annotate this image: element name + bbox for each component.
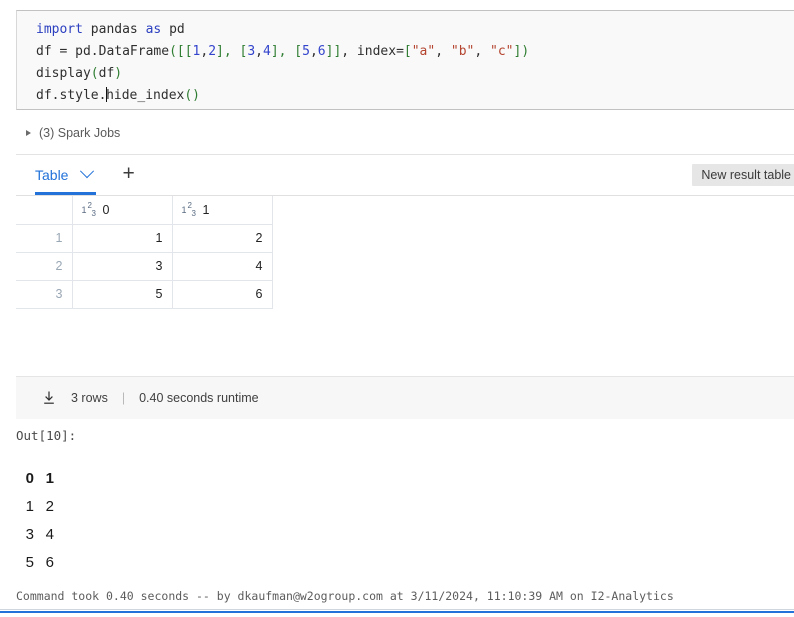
styler-header-row: 0 1	[18, 464, 58, 492]
cell-selection-indicator	[0, 611, 794, 613]
code-token: ,	[309, 44, 318, 59]
styler-cell: 4	[45, 525, 54, 543]
grid-column-header-0[interactable]: 123 0	[72, 196, 173, 225]
result-runtime: 0.40 seconds runtime	[139, 391, 259, 405]
code-token: 6	[317, 44, 326, 59]
code-token: display	[36, 66, 91, 81]
grid-header-row: 123 0 123 1	[16, 196, 273, 225]
spark-jobs-label: (3) Spark Jobs	[39, 126, 121, 140]
chevron-down-icon[interactable]	[80, 163, 95, 178]
code-token: 2	[208, 44, 217, 59]
code-token: ], [	[216, 44, 248, 59]
grid-cell[interactable]: 5	[72, 280, 173, 309]
result-data-grid[interactable]: 123 0 123 1 1 1 2 2 3 4 3 5 6	[16, 196, 273, 309]
code-token: df	[98, 66, 115, 81]
result-panel: Table + New result table 123 0 123 1 1 1…	[16, 154, 794, 419]
grid-column-header-0-label: 0	[102, 202, 110, 217]
code-token: "b"	[450, 44, 475, 59]
code-token: as	[145, 22, 162, 37]
row-index: 1	[16, 224, 73, 253]
grid-cell[interactable]: 3	[72, 252, 173, 281]
tab-table[interactable]: Table	[35, 156, 97, 195]
grid-column-header-1[interactable]: 123 1	[172, 196, 273, 225]
footer-separator: |	[121, 391, 126, 405]
styler-cell: 3	[25, 525, 34, 543]
table-row[interactable]: 3 5 6	[16, 280, 273, 309]
code-token: import	[36, 22, 83, 37]
code-line-4[interactable]: df.style.hide_index()	[36, 85, 794, 107]
code-token: 4	[263, 44, 271, 59]
row-index: 3	[16, 280, 73, 309]
code-token: ,	[474, 44, 491, 59]
code-editor-text[interactable]: import pandas as pd df = pd.DataFrame([[1…	[17, 11, 794, 107]
code-token: , index=	[341, 44, 404, 59]
styler-cell: 5	[25, 553, 34, 571]
grid-corner-header	[16, 196, 73, 225]
grid-cell[interactable]: 4	[172, 252, 273, 281]
code-token: ], [	[270, 44, 303, 59]
result-footer: 3 rows | 0.40 seconds runtime	[16, 376, 794, 419]
code-token: "c"	[490, 44, 514, 59]
new-result-table-tooltip: New result table	[692, 164, 794, 186]
code-token: ]]	[325, 44, 342, 59]
styler-row: 1 2	[18, 492, 58, 520]
result-tabbar: Table + New result table	[16, 155, 794, 196]
styler-row: 3 4	[18, 520, 58, 548]
triangle-right-icon	[26, 130, 31, 136]
code-token: ([[	[169, 44, 193, 59]
code-token: pd	[161, 22, 185, 37]
styler-header-cell: 1	[45, 469, 54, 487]
styler-cell: 2	[45, 497, 54, 515]
code-token: ()	[184, 88, 201, 103]
grid-column-header-1-label: 1	[202, 202, 210, 217]
code-token: )	[114, 66, 123, 81]
bottom-divider	[0, 609, 794, 610]
code-token: (	[90, 66, 99, 81]
code-token: ,	[435, 44, 451, 59]
table-row[interactable]: 1 1 2	[16, 224, 273, 253]
spark-jobs-expander[interactable]: (3) Spark Jobs	[26, 126, 120, 140]
code-token: df = pd.DataFrame	[36, 44, 170, 59]
code-token: df.style.	[36, 88, 107, 103]
grid-cell[interactable]: 6	[172, 280, 273, 309]
code-token: ,	[255, 44, 263, 59]
code-line-3[interactable]: display(df)	[36, 63, 794, 85]
code-token: 3	[247, 44, 256, 59]
download-icon[interactable]	[41, 390, 57, 406]
styler-cell: 1	[25, 497, 34, 515]
code-line-1[interactable]: import pandas as pd	[36, 19, 794, 41]
code-token: 5	[302, 44, 310, 59]
add-result-tab-button[interactable]: +	[122, 163, 134, 187]
tab-table-label: Table	[35, 166, 69, 183]
styler-cell: 6	[45, 553, 54, 571]
command-execution-info: Command took 0.40 seconds -- by dkaufman…	[16, 589, 674, 603]
output-prompt-label: Out[10]:	[16, 428, 77, 443]
row-index: 2	[16, 252, 73, 281]
number-type-icon: 123	[81, 200, 96, 218]
table-row[interactable]: 2 3 4	[16, 252, 273, 281]
code-token: hide_index	[106, 88, 185, 103]
code-token: [	[403, 44, 412, 59]
styler-row: 5 6	[18, 548, 58, 576]
styler-header-cell: 0	[25, 469, 34, 487]
code-editor-cell[interactable]: import pandas as pd df = pd.DataFrame([[1…	[16, 10, 794, 110]
code-token: "a"	[411, 44, 436, 59]
grid-cell[interactable]: 1	[72, 224, 173, 253]
styler-output-table: 0 1 1 2 3 4 5 6	[18, 464, 58, 576]
grid-cell[interactable]: 2	[172, 224, 273, 253]
number-type-icon: 123	[181, 200, 196, 218]
code-line-2[interactable]: df = pd.DataFrame([[1,2], [3,4], [5,6]],…	[36, 41, 794, 63]
result-rows-count: 3 rows	[71, 391, 108, 405]
code-token: pandas	[82, 22, 146, 37]
code-token: ])	[513, 44, 530, 59]
